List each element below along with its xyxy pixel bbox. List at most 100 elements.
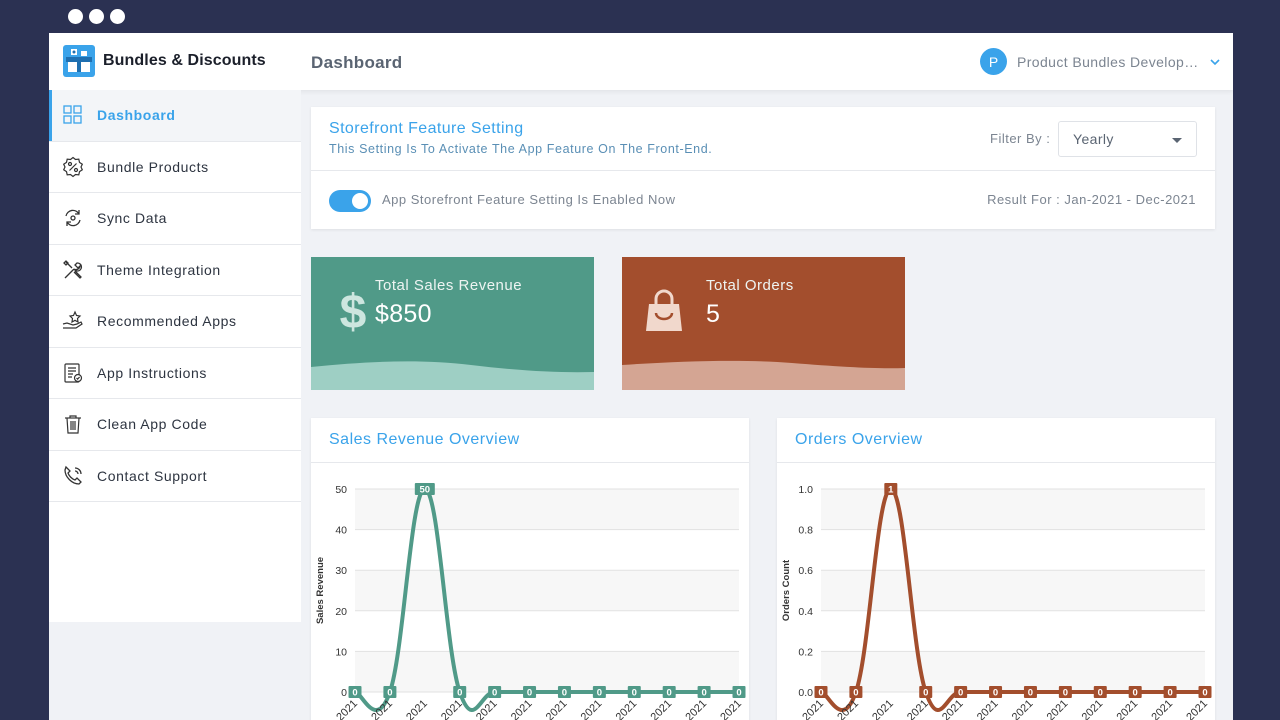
wave-decoration (311, 361, 594, 390)
x-tick-label: 2021 (1115, 698, 1141, 720)
sidebar-item-contact-support[interactable]: Contact Support (49, 451, 301, 502)
data-label: 0 (1167, 688, 1172, 699)
plot-band (355, 610, 739, 652)
sidebar-item-label: Sync Data (97, 210, 167, 227)
shopping-bag-icon (638, 285, 690, 337)
data-label: 0 (387, 688, 392, 699)
data-label: 0 (527, 688, 532, 699)
data-label: 0 (632, 688, 637, 699)
data-label: 0 (492, 688, 497, 699)
data-label: 0 (352, 688, 357, 699)
sidebar-item-clean-app-code[interactable]: Clean App Code (49, 399, 301, 451)
page-title: Dashboard (311, 53, 403, 72)
sidebar-item-recommended-apps[interactable]: Recommended Apps (49, 296, 301, 348)
stat-value: 5 (706, 300, 721, 328)
y-tick-label: 30 (335, 565, 347, 577)
plot-band (821, 570, 1205, 611)
plot-band (355, 570, 739, 611)
sales-revenue-overview-card: Sales Revenue Overview 0 10 20 30 40 50 Sales … (311, 418, 749, 720)
sidebar-item-bundle-products[interactable]: Bundle Products (49, 142, 301, 193)
filter-label: Filter By : (990, 131, 1051, 146)
sidebar-item-dashboard[interactable]: Dashboard (49, 90, 301, 142)
y-tick-label: 10 (335, 646, 347, 658)
y-tick-label: 0.8 (798, 525, 813, 537)
chart-title: Sales Revenue Overview (329, 431, 520, 448)
y-axis-label: Orders Count (781, 559, 792, 621)
y-tick-label: 20 (335, 606, 347, 618)
filter-select[interactable]: Yearly (1058, 121, 1197, 157)
x-tick-label: 2021 (404, 698, 430, 720)
toggle-label: App Storefront Feature Setting Is Enable… (382, 192, 676, 207)
sidebar-item-app-instructions[interactable]: App Instructions (49, 348, 301, 399)
plot-band (821, 610, 1205, 652)
x-tick-label: 2021 (1010, 698, 1036, 720)
app-window: Bundles & Discounts Dashboard P Product … (49, 33, 1233, 720)
window-controls (68, 9, 125, 24)
x-tick-label: 2021 (439, 698, 465, 720)
svg-text:$: $ (340, 286, 367, 336)
toggle-knob (352, 193, 368, 209)
data-label: 0 (597, 688, 602, 699)
x-tick-label: 2021 (1184, 698, 1210, 720)
x-tick-label: 2021 (683, 698, 709, 720)
dollar-icon: $ (327, 285, 379, 337)
stat-value: $850 (375, 300, 432, 328)
data-label: 0 (701, 688, 706, 699)
window-dot[interactable] (89, 9, 104, 24)
trash-icon (61, 412, 85, 436)
chart-title: Orders Overview (795, 431, 923, 448)
orders-chart: 0.00.20.40.60.81.0Orders Count0202102021… (781, 483, 1212, 720)
discount-badge-icon (61, 155, 85, 179)
sidebar-item-label: Bundle Products (97, 158, 209, 175)
x-tick-label: 2021 (870, 698, 896, 720)
account-menu[interactable]: P Product Bundles Development Store (980, 48, 1221, 75)
data-label: 0 (853, 688, 858, 699)
data-label: 0 (1063, 688, 1068, 699)
sidebar-item-theme-integration[interactable]: Theme Integration (49, 245, 301, 296)
data-label: 0 (993, 688, 998, 699)
data-label: 0 (923, 688, 928, 699)
data-label: 0 (1028, 688, 1033, 699)
y-tick-label: 0 (341, 687, 347, 699)
stat-label: Total Sales Revenue (375, 277, 523, 294)
window-dot[interactable] (68, 9, 83, 24)
x-tick-label: 2021 (614, 698, 640, 720)
sidebar: Dashboard Bundle Products Sync Data Them… (49, 90, 301, 622)
x-tick-label: 2021 (579, 698, 605, 720)
x-tick-label: 2021 (334, 698, 360, 720)
x-tick-label: 2021 (975, 698, 1001, 720)
feature-title: Storefront Feature Setting (329, 120, 524, 137)
total-revenue-card: $ Total Sales Revenue $850 (311, 257, 594, 390)
sidebar-item-sync-data[interactable]: Sync Data (49, 193, 301, 245)
x-tick-label: 2021 (1149, 698, 1175, 720)
window-dot[interactable] (110, 9, 125, 24)
x-tick-label: 2021 (1045, 698, 1071, 720)
chevron-down-icon[interactable] (1209, 56, 1221, 68)
sales-revenue-chart: 01020304050Sales Revenue0202102021502021… (315, 483, 746, 720)
y-tick-label: 0.0 (798, 687, 813, 699)
data-label: 50 (420, 485, 431, 496)
total-orders-card: Total Orders 5 (622, 257, 905, 390)
plot-band (821, 651, 1205, 692)
brand-name: Bundles & Discounts (103, 52, 266, 69)
divider (311, 170, 1215, 171)
plot-band (355, 651, 739, 692)
grid-icon (61, 103, 85, 127)
x-tick-label: 2021 (544, 698, 570, 720)
data-label: 0 (1098, 688, 1103, 699)
sidebar-item-label: Dashboard (97, 107, 176, 124)
avatar[interactable]: P (980, 48, 1007, 75)
data-label: 0 (958, 688, 963, 699)
brand[interactable]: Bundles & Discounts (63, 45, 266, 77)
data-label: 0 (562, 688, 567, 699)
wave-decoration (622, 360, 905, 390)
y-tick-label: 0.4 (798, 606, 813, 618)
instructions-icon (61, 361, 85, 385)
sync-icon (61, 206, 85, 230)
x-tick-label: 2021 (800, 698, 826, 720)
brand-logo-icon (63, 45, 95, 77)
storefront-toggle[interactable] (329, 190, 371, 212)
y-tick-label: 0.2 (798, 646, 813, 658)
data-label: 0 (736, 688, 741, 699)
account-name[interactable]: Product Bundles Development Store (1017, 54, 1199, 70)
